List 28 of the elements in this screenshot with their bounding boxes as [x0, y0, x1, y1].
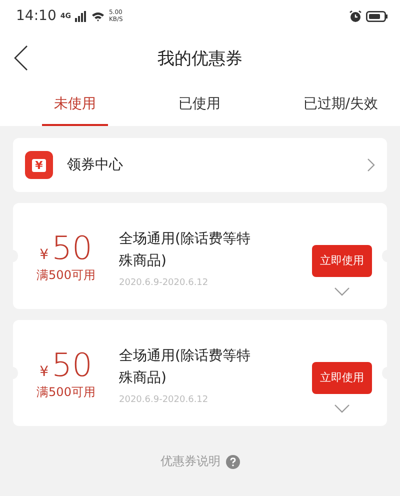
use-now-button[interactable]: 立即使用: [312, 362, 372, 394]
tab[interactable]: 已使用: [166, 84, 233, 126]
currency-symbol: ¥: [40, 246, 49, 262]
coupon-title: 全场通用(除话费等特殊商品): [119, 230, 252, 271]
currency-symbol: ¥: [40, 364, 49, 380]
chevron-icon: [367, 158, 375, 172]
help-icon[interactable]: [226, 454, 240, 468]
wifi-icon: [90, 10, 105, 22]
coupon-icon: ¥: [25, 151, 53, 179]
use-now-button[interactable]: 立即使用: [312, 244, 372, 276]
status-time: 14:10: [16, 8, 56, 24]
coupon-dates: 2020.6.9-2020.6.12: [119, 395, 210, 405]
signal-icon: [74, 10, 87, 22]
expand-icon[interactable]: [334, 286, 350, 296]
coupon-title: 全场通用(除话费等特殊商品): [119, 347, 252, 388]
page-title: 我的优惠券: [158, 48, 242, 70]
tab[interactable]: 未使用: [42, 84, 108, 126]
alarm-icon: [349, 10, 362, 22]
coupon-center-row[interactable]: ¥ 领券中心: [13, 138, 387, 192]
coupon-amount: 50: [52, 346, 92, 384]
tab[interactable]: 已过期/失效: [291, 84, 390, 126]
expand-icon[interactable]: [334, 404, 350, 412]
coupon-condition: 满500可用: [36, 266, 96, 284]
coupon-dates: 2020.6.9-2020.6.12: [119, 278, 210, 288]
coupon-condition: 满500可用: [36, 384, 96, 400]
back-button[interactable]: [14, 45, 28, 71]
battery-icon: [366, 10, 388, 22]
coupon-amount: 50: [52, 228, 92, 266]
